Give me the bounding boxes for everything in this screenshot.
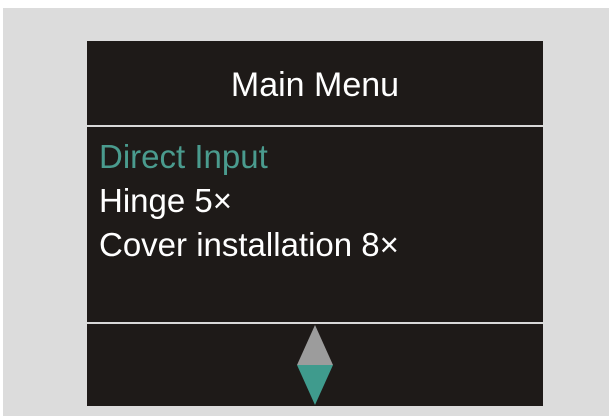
scroll-indicator[interactable]	[297, 325, 333, 405]
menu-item-cover-installation[interactable]: Cover installation 8×	[99, 223, 399, 267]
triangle-down-icon[interactable]	[297, 365, 333, 405]
title-divider	[87, 125, 543, 127]
menu-item-hinge[interactable]: Hinge 5×	[99, 179, 399, 223]
triangle-up-icon[interactable]	[297, 325, 333, 365]
menu-title: Main Menu	[230, 66, 400, 104]
device-frame: Main Menu Direct Input Hinge 5× Cover in…	[3, 8, 609, 416]
display-screen: Main Menu Direct Input Hinge 5× Cover in…	[87, 41, 543, 406]
menu-item-direct-input[interactable]: Direct Input	[99, 135, 399, 179]
menu-list: Direct Input Hinge 5× Cover installation…	[99, 135, 399, 267]
footer-divider	[87, 322, 543, 324]
